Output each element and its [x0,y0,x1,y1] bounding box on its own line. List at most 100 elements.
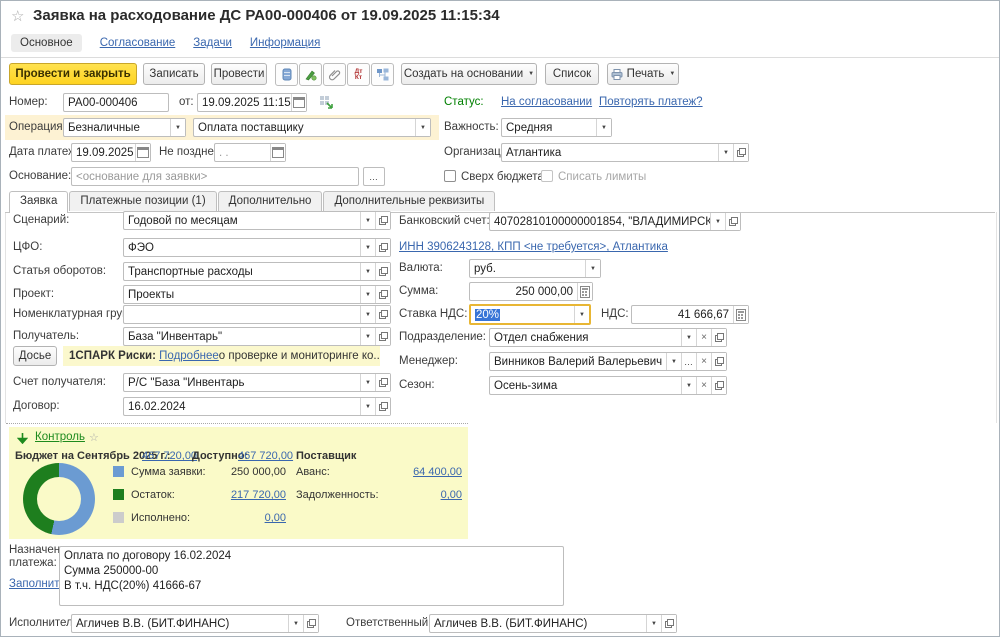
basis-select-button[interactable]: … [363,167,385,186]
attachment-icon[interactable] [323,63,346,86]
currency-field[interactable]: руб. ▼ [469,259,601,278]
responsible-field[interactable]: Агличев В.В. (БИТ.ФИНАНС) ▼ [429,614,677,633]
scenario-field[interactable]: Годовой по месяцам ▼ [123,211,391,230]
importance-field[interactable]: Средняя ▼ [501,118,612,137]
chevron-down-icon[interactable]: ▼ [666,353,681,370]
control-star-icon[interactable]: ☆ [89,431,99,444]
chevron-down-icon[interactable]: ▼ [710,213,725,230]
create-based-on-button[interactable]: Создать на основании▼ [401,63,537,85]
tab-additional-attributes[interactable]: Дополнительные реквизиты [323,191,495,211]
contract-field[interactable]: 16.02.2024 ▼ [123,397,391,416]
chevron-down-icon[interactable]: ▼ [681,377,696,394]
open-icon[interactable] [711,329,726,346]
not-later-field[interactable]: . . [214,143,286,162]
open-icon[interactable] [375,212,390,229]
dossier-button[interactable]: Досье [13,346,57,366]
calculator-icon[interactable] [733,306,748,323]
list-button[interactable]: Список [545,63,599,85]
chevron-down-icon[interactable]: ▼ [360,239,375,256]
open-icon[interactable] [661,615,676,632]
chevron-down-icon[interactable]: ▼ [574,306,589,323]
chevron-down-icon[interactable]: ▼ [360,306,375,323]
clear-icon[interactable]: × [696,329,711,346]
spark-details-link[interactable]: Подробнее [159,350,219,362]
chevron-down-icon[interactable]: ▼ [360,263,375,280]
vat-rate-field[interactable]: 20% ▼ [469,304,591,325]
calendar-icon[interactable] [291,94,306,111]
open-icon[interactable] [375,239,390,256]
favorite-star-icon[interactable]: ☆ [11,7,24,25]
calendar-icon[interactable] [135,144,150,161]
post-button[interactable]: Провести [211,63,267,85]
open-icon[interactable] [375,374,390,391]
inn-kpp-link[interactable]: ИНН 3906243128, КПП <не требуется>, Атла… [399,238,668,257]
open-icon[interactable] [711,377,726,394]
open-icon[interactable] [375,263,390,280]
budget-value-link[interactable]: 467 720,00 [142,450,197,462]
status-link[interactable]: На согласовании [501,93,592,112]
open-icon[interactable] [375,286,390,303]
write-button[interactable]: Записать [143,63,205,85]
repeat-payment-link[interactable]: Повторять платеж? [599,93,703,112]
register-records-icon[interactable] [275,63,298,86]
post-and-close-button[interactable]: Провести и закрыть [9,63,137,85]
dtkt-icon[interactable]: Дт Кт [347,63,370,86]
remainder-value-link[interactable]: 217 720,00 [216,489,286,501]
fill-purpose-link[interactable]: Заполнить [9,575,65,594]
operation-type-field[interactable]: Безналичные ▼ [63,118,186,137]
nav-tab-info[interactable]: Информация [250,37,320,49]
chevron-down-icon[interactable]: ▼ [170,119,185,136]
chevron-down-icon[interactable]: ▼ [415,119,430,136]
open-icon[interactable] [375,328,390,345]
operation-kind-field[interactable]: Оплата поставщику ▼ [193,118,431,137]
recipient-field[interactable]: База "Инвентарь" ▼ [123,327,391,346]
amount-field[interactable]: 250 000,00 [469,282,593,301]
cfo-field[interactable]: ФЭО ▼ [123,238,391,257]
open-icon[interactable] [733,144,748,161]
available-value-link[interactable]: 467 720,00 [238,450,293,462]
clear-icon[interactable]: × [696,377,711,394]
manager-field[interactable]: Винников Валерий Валерьевич ▼ … × [489,352,727,371]
nav-tab-main[interactable]: Основное [11,34,82,52]
organization-field[interactable]: Атлантика ▼ [501,143,749,162]
payment-date-field[interactable]: 19.09.2025 [71,143,151,162]
bank-account-field[interactable]: 40702810100000001854, "ВЛАДИМИРСКИЙ" ФБ … [489,212,741,231]
chevron-down-icon[interactable]: ▼ [360,374,375,391]
collapse-arrow-icon[interactable] [17,432,28,444]
nomenclature-group-field[interactable]: ▼ [123,305,391,324]
tab-payment-positions[interactable]: Платежные позиции (1) [69,191,216,211]
open-icon[interactable] [375,398,390,415]
basis-input[interactable] [71,167,359,186]
number-field[interactable]: РА00-000406 [63,93,169,112]
nav-tab-tasks[interactable]: Задачи [193,37,232,49]
open-icon[interactable] [711,353,726,370]
debt-value-link[interactable]: 0,00 [384,489,462,501]
executor-field[interactable]: Агличев В.В. (БИТ.ФИНАНС) ▼ [71,614,319,633]
nav-tab-approval[interactable]: Согласование [100,37,176,49]
control-link[interactable]: Контроль [35,431,85,443]
open-icon[interactable] [303,615,318,632]
print-button[interactable]: Печать▼ [607,63,679,85]
chevron-down-icon[interactable]: ▼ [596,119,611,136]
write-off-limits-checkbox[interactable] [541,170,553,182]
sign-icon[interactable] [299,63,322,86]
chevron-down-icon[interactable]: ▼ [288,615,303,632]
chevron-down-icon[interactable]: ▼ [646,615,661,632]
payment-purpose-textarea[interactable]: Оплата по договору 16.02.2024 Сумма 2500… [59,546,564,606]
chevron-down-icon[interactable]: ▼ [360,328,375,345]
season-field[interactable]: Осень-зима ▼ × [489,376,727,395]
recipient-account-field[interactable]: Р/С "База "Инвентарь ▼ [123,373,391,392]
vat-amount-field[interactable]: 41 666,67 [631,305,749,324]
turnover-item-field[interactable]: Транспортные расходы ▼ [123,262,391,281]
chevron-down-icon[interactable]: ▼ [585,260,600,277]
chevron-down-icon[interactable]: ▼ [718,144,733,161]
open-icon[interactable] [725,213,740,230]
tab-request[interactable]: Заявка [9,191,68,213]
advance-value-link[interactable]: 64 400,00 [384,466,462,478]
calendar-icon[interactable] [270,144,285,161]
calculator-icon[interactable] [577,283,592,300]
tab-additional[interactable]: Дополнительно [218,191,323,211]
chevron-down-icon[interactable]: ▼ [360,212,375,229]
document-date-field[interactable]: 19.09.2025 11:15:34 [197,93,307,112]
department-field[interactable]: Отдел снабжения ▼ × [489,328,727,347]
